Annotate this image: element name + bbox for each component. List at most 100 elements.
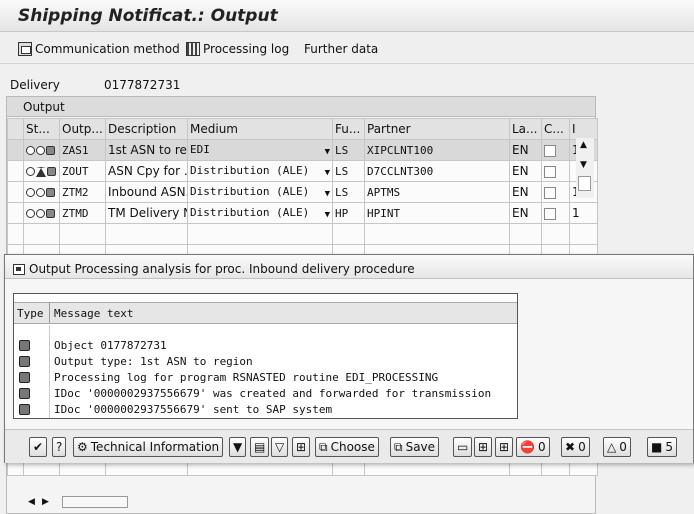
col-function[interactable]: Fu...: [332, 118, 365, 140]
warning-icon: △: [607, 440, 617, 454]
dropdown-arrow-icon[interactable]: ▼: [325, 210, 330, 220]
col-status[interactable]: St...: [23, 118, 60, 140]
col-output-type[interactable]: Outp...: [59, 118, 106, 140]
language-cell[interactable]: EN: [509, 202, 542, 224]
find-button[interactable]: ▭: [453, 437, 473, 457]
info-filter-button[interactable]: ■ 5: [647, 437, 677, 457]
output-type-cell[interactable]: ZTMD: [59, 202, 106, 224]
output-section-title: Output: [7, 97, 595, 117]
warning-filter-button[interactable]: △ 0: [603, 437, 631, 457]
expand-button[interactable]: ⊞: [292, 437, 311, 457]
table-row[interactable]: ZAS1 1st ASN to re... EDI ▼ LS XIPCLNT100…: [7, 139, 598, 161]
col-medium[interactable]: Medium: [187, 118, 333, 140]
scroll-up-icon[interactable]: ▲: [580, 140, 587, 150]
function-cell[interactable]: LS: [332, 139, 365, 161]
table-row-empty[interactable]: [7, 223, 598, 245]
choose-button[interactable]: ⧉ Choose: [315, 437, 379, 457]
find-all-button[interactable]: ⊞: [495, 437, 514, 457]
scroll-left-icon[interactable]: ◀: [28, 497, 35, 507]
message-text: Processing log for program RSNASTED rout…: [54, 371, 439, 384]
message-row[interactable]: Object 0177872731: [14, 338, 517, 354]
partner-cell[interactable]: HPINT: [364, 202, 510, 224]
find-icon: ▭: [457, 440, 469, 454]
continue-button[interactable]: ✔: [29, 437, 48, 457]
table-row[interactable]: ZOUT ASN Cpy for ... Distribution (ALE) ▼…: [7, 160, 598, 182]
stop-icon: ⛔: [520, 440, 535, 454]
error-filter-button[interactable]: ✖ 0: [561, 437, 590, 457]
medium-cell[interactable]: Distribution (ALE) ▼: [187, 202, 333, 224]
output-type-cell[interactable]: ZOUT: [59, 160, 106, 182]
scroll-thumb[interactable]: [62, 496, 128, 508]
partner-cell[interactable]: D7CCLNT300: [364, 160, 510, 182]
language-cell[interactable]: EN: [509, 160, 542, 182]
function-cell[interactable]: HP: [332, 202, 365, 224]
output-type-cell[interactable]: ZTM2: [59, 181, 106, 203]
scroll-right-icon[interactable]: ▶: [42, 497, 49, 507]
save-button[interactable]: ⧉ Save: [390, 437, 440, 457]
col-description[interactable]: Description: [105, 118, 188, 140]
changeable-checkbox[interactable]: [544, 165, 556, 178]
table-row[interactable]: ZTMD TM Delivery N... Distribution (ALE)…: [7, 202, 598, 224]
scroll-thumb[interactable]: [578, 176, 591, 191]
partner-cell[interactable]: XIPCLNT100: [364, 139, 510, 161]
medium-value: Distribution (ALE): [190, 164, 310, 177]
print-button[interactable]: ▤: [250, 437, 270, 457]
changeable-cell: [541, 139, 570, 161]
info-square-icon: ■: [651, 440, 663, 454]
col-changeable[interactable]: C...: [541, 118, 570, 140]
message-row[interactable]: Processing log for program RSNASTED rout…: [14, 370, 517, 386]
help-button[interactable]: ?: [52, 437, 67, 457]
status-circle-icon: [36, 209, 45, 218]
col-type[interactable]: Type: [17, 307, 44, 320]
row-selector[interactable]: [7, 181, 24, 203]
description-cell[interactable]: ASN Cpy for ...: [105, 160, 188, 182]
col-language[interactable]: La...: [509, 118, 542, 140]
filter-icon: ▼: [233, 440, 243, 454]
scroll-down-icon[interactable]: ▼: [580, 160, 587, 170]
function-cell[interactable]: LS: [332, 181, 365, 203]
language-cell[interactable]: EN: [509, 139, 542, 161]
partner-cell[interactable]: APTMS: [364, 181, 510, 203]
table-horizontal-scrollbar[interactable]: ◀ ▶: [28, 495, 588, 511]
message-row[interactable]: Output type: 1st ASN to region: [14, 354, 517, 370]
output-type-cell[interactable]: ZAS1: [59, 139, 106, 161]
message-status-icon: [19, 404, 30, 415]
description-cell[interactable]: TM Delivery N...: [105, 202, 188, 224]
medium-value: Distribution (ALE): [190, 206, 310, 219]
col-partner[interactable]: Partner: [364, 118, 510, 140]
message-row[interactable]: IDoc '0000002937556679' was created and …: [14, 386, 517, 402]
col-message-text[interactable]: Message text: [54, 307, 133, 320]
changeable-checkbox[interactable]: [544, 186, 556, 199]
function-cell[interactable]: LS: [332, 160, 365, 182]
processing-log-button[interactable]: Processing log: [186, 40, 289, 58]
technical-information-button[interactable]: ⚙ Technical Information: [73, 437, 224, 457]
further-data-button[interactable]: Further data: [304, 40, 378, 58]
communication-method-button[interactable]: Communication method: [18, 40, 180, 58]
description-cell[interactable]: Inbound ASN...: [105, 181, 188, 203]
dropdown-arrow-icon[interactable]: ▼: [325, 168, 330, 178]
medium-cell[interactable]: EDI ▼: [187, 139, 333, 161]
dialog-toolbar: ✔ ? ⚙ Technical Information ▼ ▤ ▽ ⊞ ⧉ Ch…: [5, 429, 693, 463]
row-selector-header[interactable]: [7, 118, 24, 140]
row-selector[interactable]: [7, 202, 24, 224]
changeable-checkbox[interactable]: [544, 207, 556, 220]
language-cell[interactable]: EN: [509, 181, 542, 203]
row-selector[interactable]: [7, 139, 24, 161]
filter-button[interactable]: ▼: [229, 437, 247, 457]
row-selector[interactable]: [7, 160, 24, 182]
medium-cell[interactable]: Distribution (ALE) ▼: [187, 181, 333, 203]
table-vertical-scrollbar[interactable]: ▲ ▼: [576, 138, 594, 198]
message-row[interactable]: IDoc '0000002937556679' sent to SAP syst…: [14, 402, 517, 418]
medium-cell[interactable]: Distribution (ALE) ▼: [187, 160, 333, 182]
changeable-checkbox[interactable]: [544, 144, 556, 157]
stop-filter-button[interactable]: ⛔ 0: [516, 437, 550, 457]
col-extra[interactable]: I: [569, 118, 598, 140]
dropdown-arrow-icon[interactable]: ▼: [325, 189, 330, 199]
find-next-button[interactable]: ⊞: [474, 437, 493, 457]
dropdown-arrow-icon[interactable]: ▼: [325, 147, 330, 157]
row-selector[interactable]: [7, 223, 24, 245]
table-row[interactable]: ZTM2 Inbound ASN... Distribution (ALE)▼ …: [7, 181, 598, 203]
sort-button[interactable]: ▽: [271, 437, 289, 457]
message-list-header: Type Message text: [14, 302, 517, 324]
description-cell[interactable]: 1st ASN to re...: [105, 139, 188, 161]
